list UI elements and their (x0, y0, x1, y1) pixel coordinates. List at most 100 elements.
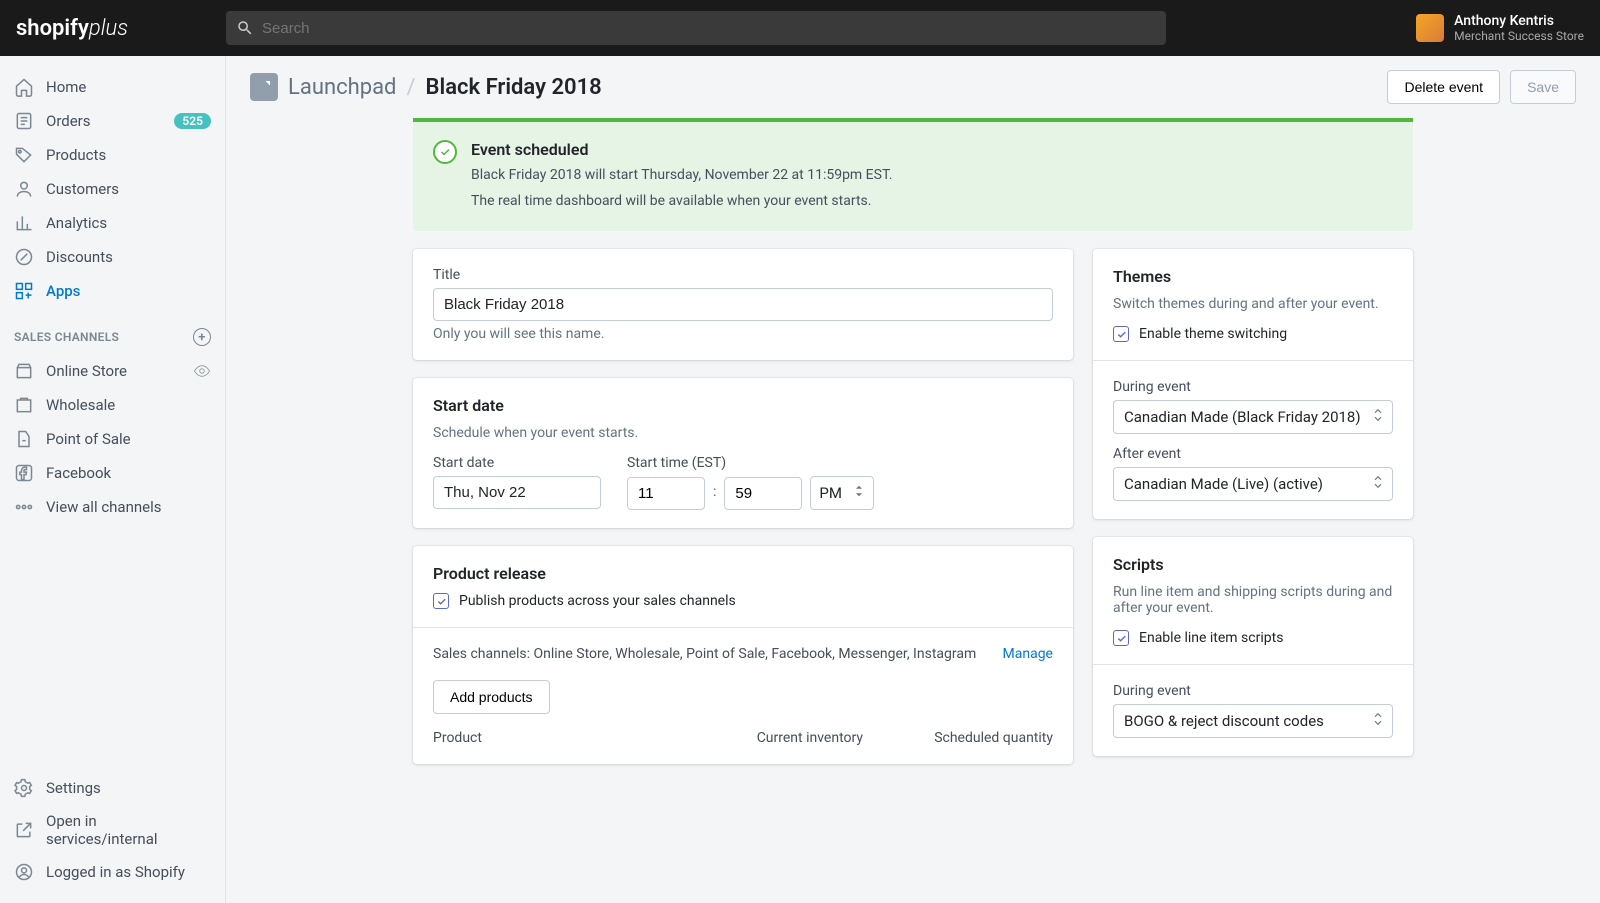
minute-input[interactable] (724, 477, 802, 510)
sidebar-item-label: Analytics (46, 214, 107, 232)
page-header: Launchpad / Black Friday 2018 Delete eve… (226, 56, 1600, 118)
sales-channels-text: Sales channels: Online Store, Wholesale,… (433, 646, 976, 662)
scripts-card: Scripts Run line item and shipping scrip… (1093, 537, 1413, 756)
breadcrumb: Launchpad / Black Friday 2018 (288, 75, 602, 100)
avatar (1416, 14, 1444, 42)
sidebar-item-label: Logged in as Shopify (46, 863, 185, 881)
sidebar-item-label: Open in services/internal (46, 812, 211, 848)
analytics-icon (14, 213, 34, 233)
col-product: Product (433, 730, 683, 746)
publish-checkbox-label: Publish products across your sales chann… (459, 593, 736, 609)
search-input[interactable] (226, 11, 1166, 45)
apps-icon (14, 281, 34, 301)
add-products-button[interactable]: Add products (433, 680, 550, 714)
sidebar: Home Orders 525 Products Customers Analy… (0, 56, 226, 903)
sidebar-item-label: Customers (46, 180, 119, 198)
title-card: Title Only you will see this name. (413, 249, 1073, 360)
delete-event-button[interactable]: Delete event (1387, 70, 1500, 104)
sidebar-item-discounts[interactable]: Discounts (0, 240, 225, 274)
orders-icon (14, 111, 34, 131)
enable-scripts-checkbox[interactable] (1113, 630, 1129, 646)
sidebar-item-orders[interactable]: Orders 525 (0, 104, 225, 138)
sidebar-item-label: Facebook (46, 464, 111, 482)
logo-text: shopifyplus (16, 16, 128, 41)
success-banner: Event scheduled Black Friday 2018 will s… (413, 118, 1413, 231)
theme-during-select[interactable]: Canadian Made (Black Friday 2018) (1113, 400, 1393, 434)
theme-during-label: During event (1113, 379, 1393, 395)
search-icon (236, 19, 254, 37)
date-input[interactable] (433, 476, 601, 509)
banner-line2: The real time dashboard will be availabl… (471, 193, 893, 209)
user-icon (14, 862, 34, 882)
sales-channels-heading: SALES CHANNELS + (0, 308, 225, 354)
title-label: Title (433, 267, 1053, 283)
title-input[interactable] (433, 288, 1053, 321)
external-icon (14, 820, 34, 840)
banner-line1: Black Friday 2018 will start Thursday, N… (471, 167, 893, 183)
sidebar-item-view-all-channels[interactable]: View all channels (0, 490, 225, 524)
user-name: Anthony Kentris (1454, 13, 1584, 29)
scripts-during-label: During event (1113, 683, 1393, 699)
eye-icon[interactable] (193, 362, 211, 380)
time-label: Start time (EST) (627, 455, 874, 471)
product-release-title: Product release (433, 564, 1053, 583)
sidebar-item-label: Apps (46, 282, 80, 300)
sidebar-item-online-store[interactable]: Online Store (0, 354, 225, 388)
sidebar-item-logged-in-as[interactable]: Logged in as Shopify (0, 855, 225, 889)
themes-card: Themes Switch themes during and after yo… (1093, 249, 1413, 519)
sidebar-item-facebook[interactable]: Facebook (0, 456, 225, 490)
time-colon: : (713, 484, 716, 510)
store-icon (14, 361, 34, 381)
scripts-title: Scripts (1113, 555, 1393, 574)
enable-theme-checkbox[interactable] (1113, 326, 1129, 342)
sidebar-item-products[interactable]: Products (0, 138, 225, 172)
sidebar-item-pos[interactable]: Point of Sale (0, 422, 225, 456)
top-bar: shopifyplus Anthony Kentris Merchant Suc… (0, 0, 1600, 56)
ampm-select[interactable]: PM (810, 476, 874, 510)
product-release-card: Product release Publish products across … (413, 546, 1073, 764)
sidebar-item-label: Online Store (46, 362, 127, 380)
start-date-title: Start date (433, 396, 1053, 415)
enable-theme-label: Enable theme switching (1139, 326, 1287, 342)
sidebar-item-analytics[interactable]: Analytics (0, 206, 225, 240)
sidebar-item-apps[interactable]: Apps (0, 274, 225, 308)
publish-checkbox[interactable] (433, 593, 449, 609)
pos-icon (14, 429, 34, 449)
search-wrap (226, 11, 1166, 45)
title-hint: Only you will see this name. (433, 326, 1053, 342)
discounts-icon (14, 247, 34, 267)
col-inventory: Current inventory (723, 730, 863, 746)
products-icon (14, 145, 34, 165)
hour-input[interactable] (627, 477, 705, 510)
col-scheduled: Scheduled quantity (903, 730, 1053, 746)
start-date-description: Schedule when your event starts. (433, 425, 1053, 441)
breadcrumb-app[interactable]: Launchpad (288, 75, 396, 100)
main-content: Launchpad / Black Friday 2018 Delete eve… (226, 56, 1600, 903)
sidebar-item-label: Settings (46, 779, 101, 797)
home-icon (14, 77, 34, 97)
customers-icon (14, 179, 34, 199)
sidebar-item-wholesale[interactable]: Wholesale (0, 388, 225, 422)
sidebar-item-label: Products (46, 146, 106, 164)
scripts-description: Run line item and shipping scripts durin… (1113, 584, 1393, 616)
sidebar-item-open-internal[interactable]: Open in services/internal (0, 805, 225, 855)
manage-channels-link[interactable]: Manage (1003, 646, 1053, 662)
orders-badge: 525 (174, 113, 211, 129)
add-channel-icon[interactable]: + (193, 328, 211, 346)
theme-after-select[interactable]: Canadian Made (Live) (active) (1113, 467, 1393, 501)
sidebar-item-label: Orders (46, 112, 91, 130)
sidebar-item-label: Point of Sale (46, 430, 131, 448)
sidebar-item-settings[interactable]: Settings (0, 771, 225, 805)
save-button[interactable]: Save (1510, 70, 1576, 104)
sidebar-item-home[interactable]: Home (0, 70, 225, 104)
gear-icon (14, 778, 34, 798)
user-menu[interactable]: Anthony Kentris Merchant Success Store (1416, 13, 1584, 43)
date-label: Start date (433, 455, 601, 471)
start-date-card: Start date Schedule when your event star… (413, 378, 1073, 528)
theme-after-label: After event (1113, 446, 1393, 462)
scripts-during-select[interactable]: BOGO & reject discount codes (1113, 704, 1393, 738)
themes-description: Switch themes during and after your even… (1113, 296, 1393, 312)
themes-title: Themes (1113, 267, 1393, 286)
user-store: Merchant Success Store (1454, 29, 1584, 43)
sidebar-item-customers[interactable]: Customers (0, 172, 225, 206)
